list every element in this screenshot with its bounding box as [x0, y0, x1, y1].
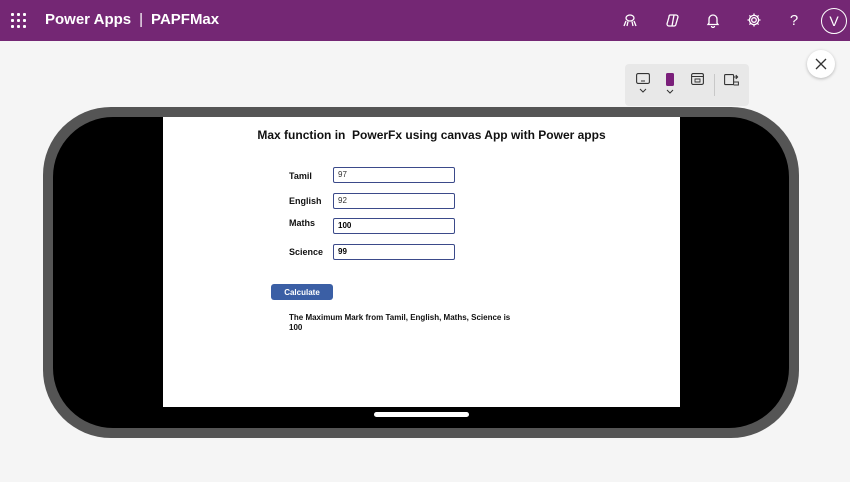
- fit-view-button[interactable]: [687, 73, 707, 103]
- close-button[interactable]: [807, 50, 835, 78]
- toolbar-divider: [714, 74, 715, 96]
- tablet-view-button[interactable]: [633, 73, 653, 103]
- result-text: The Maximum Mark from Tamil, English, Ma…: [289, 313, 519, 333]
- science-input[interactable]: 99: [333, 244, 455, 260]
- english-input[interactable]: 92: [333, 193, 455, 209]
- rotate-icon: [724, 74, 739, 86]
- bell-icon[interactable]: [703, 10, 723, 30]
- science-label: Science: [289, 247, 324, 257]
- result-value: 100: [289, 323, 303, 332]
- app-launcher-icon[interactable]: [11, 13, 26, 28]
- maths-input[interactable]: 100: [333, 218, 455, 234]
- brand-separator: |: [139, 11, 144, 28]
- app-screen: Max function in PowerFx using canvas App…: [163, 117, 680, 407]
- tablet-icon: [636, 73, 650, 84]
- help-icon[interactable]: ?: [784, 10, 804, 30]
- app-name[interactable]: Power Apps: [45, 11, 131, 28]
- phone-icon: [666, 73, 674, 86]
- environment-icon[interactable]: [620, 10, 640, 30]
- top-bar: Power Apps | PAPFMax ? V: [0, 0, 850, 41]
- brand-title: Power Apps | PAPFMax: [45, 11, 219, 28]
- copilot-icon[interactable]: [663, 10, 683, 30]
- english-label: English: [289, 196, 322, 206]
- app-title: Max function in PowerFx using canvas App…: [257, 128, 606, 142]
- avatar[interactable]: V: [821, 8, 847, 34]
- rotate-view-button[interactable]: [722, 73, 742, 103]
- close-icon: [815, 58, 827, 70]
- calculate-button[interactable]: Calculate: [271, 284, 333, 300]
- device-toolbar: [625, 64, 749, 106]
- chevron-down-icon: [666, 89, 674, 94]
- result-line-1: The Maximum Mark from Tamil, English, Ma…: [289, 313, 511, 322]
- project-name: PAPFMax: [151, 11, 220, 28]
- phone-view-button[interactable]: [660, 73, 680, 103]
- fit-screen-icon: [690, 73, 704, 85]
- chevron-down-icon: [639, 88, 647, 93]
- tamil-input[interactable]: 97: [333, 167, 455, 183]
- gear-icon[interactable]: [744, 10, 764, 30]
- maths-label: Maths: [289, 218, 316, 228]
- tamil-label: Tamil: [289, 171, 312, 181]
- home-indicator: [374, 412, 469, 417]
